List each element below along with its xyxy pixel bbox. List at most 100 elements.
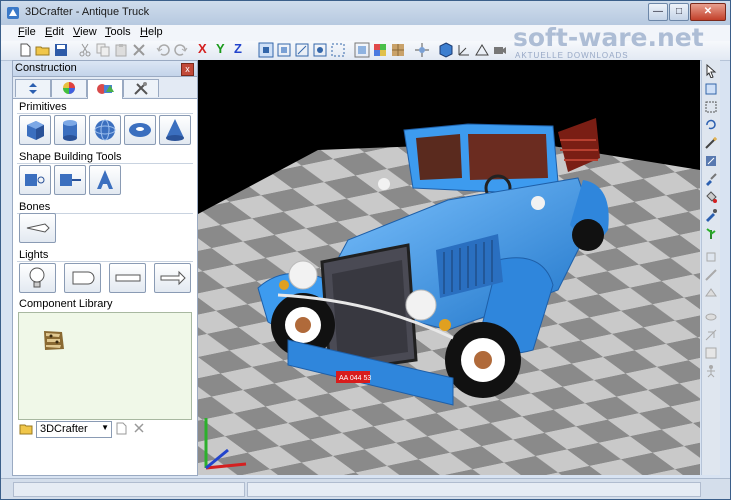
bone-tool-button[interactable]: [19, 213, 56, 243]
save-icon[interactable]: [53, 42, 69, 58]
brush-icon[interactable]: [704, 172, 718, 186]
cylinder-icon: [63, 120, 77, 141]
title-bar[interactable]: 3DCrafter - Antique Truck — □ ✕: [1, 1, 730, 25]
tools-icon: [134, 82, 148, 95]
close-button[interactable]: ✕: [690, 3, 726, 21]
tab-colors[interactable]: [51, 79, 87, 97]
bevel-tool-icon[interactable]: [704, 346, 718, 360]
select-vertex-icon[interactable]: [312, 42, 328, 58]
camera-view-icon[interactable]: [492, 42, 508, 58]
frame-select-icon[interactable]: [330, 42, 346, 58]
vertex-tool-icon[interactable]: [704, 250, 718, 264]
tab-transform[interactable]: [15, 79, 51, 97]
panel-close-button[interactable]: x: [181, 63, 194, 76]
axis-view-icon[interactable]: [456, 42, 472, 58]
section-shape-tools: Shape Building Tools: [13, 151, 197, 164]
scene-settings-icon[interactable]: [414, 42, 430, 58]
panel-title: Construction: [15, 62, 77, 74]
status-cell-message: [13, 482, 245, 497]
bone-icon: [26, 223, 50, 233]
menu-file[interactable]: File: [18, 26, 36, 38]
axis-y-toggle[interactable]: Y: [216, 41, 232, 57]
group-icon[interactable]: [354, 42, 370, 58]
primitive-cube-button[interactable]: [19, 115, 51, 145]
sphere-icon: [94, 119, 116, 141]
axis-z-toggle[interactable]: Z: [234, 41, 250, 57]
library-footer: 3DCrafter ▼: [13, 419, 197, 439]
primitive-cylinder-button[interactable]: [54, 115, 86, 145]
minimize-button[interactable]: —: [648, 3, 668, 21]
cut-icon[interactable]: [77, 42, 93, 58]
section-library: Component Library: [19, 298, 113, 310]
select-edge-icon[interactable]: [294, 42, 310, 58]
pointer-icon[interactable]: [704, 64, 718, 78]
app-icon: [7, 7, 19, 19]
paste-icon[interactable]: [113, 42, 129, 58]
extrude-icon: [60, 174, 81, 186]
shapes-icon: [97, 84, 114, 94]
magic-wand-icon[interactable]: [704, 136, 718, 150]
lathe-icon: [25, 174, 45, 186]
extrude-tool-button[interactable]: [54, 165, 86, 195]
library-item-thumbnail[interactable]: [41, 327, 67, 353]
menu-tools[interactable]: Tools: [105, 26, 131, 38]
chevron-down-icon: ▼: [101, 423, 109, 432]
library-select[interactable]: 3DCrafter ▼: [36, 421, 112, 438]
tab-tools[interactable]: [123, 79, 159, 97]
tab-shapes[interactable]: [87, 79, 123, 99]
select-object-icon[interactable]: [258, 42, 274, 58]
open-folder-icon[interactable]: [35, 42, 51, 58]
section-primitives: Primitives: [13, 101, 197, 114]
directional-light-icon: [160, 270, 186, 286]
copy-icon[interactable]: [95, 42, 111, 58]
delete-library-icon[interactable]: [133, 422, 145, 434]
select-face-icon[interactable]: [276, 42, 292, 58]
cube-view-icon[interactable]: [438, 42, 454, 58]
spot-light-button[interactable]: [64, 263, 101, 293]
marquee-icon[interactable]: [704, 100, 718, 114]
omni-light-button[interactable]: [19, 263, 56, 293]
linear-light-icon: [115, 274, 141, 282]
knife-tool-icon[interactable]: [704, 328, 718, 342]
text-3d-tool-button[interactable]: [89, 165, 121, 195]
torus-icon: [129, 123, 151, 137]
primitive-sphere-button[interactable]: [89, 115, 121, 145]
material-icon[interactable]: [372, 42, 388, 58]
lathe-tool-button[interactable]: [19, 165, 51, 195]
perspective-view-icon[interactable]: [474, 42, 490, 58]
face-tool-icon[interactable]: [704, 286, 718, 300]
scene-render: AA 044 53: [198, 118, 700, 475]
paint-icon[interactable]: [704, 154, 718, 168]
redo-icon[interactable]: [173, 42, 189, 58]
weld-tool-icon[interactable]: [704, 310, 718, 324]
section-lights: Lights: [13, 249, 197, 262]
undo-icon[interactable]: [155, 42, 171, 58]
menu-help[interactable]: Help: [140, 26, 163, 38]
select-box-icon[interactable]: [704, 82, 718, 96]
directional-light-button[interactable]: [154, 263, 191, 293]
primitive-torus-button[interactable]: [124, 115, 156, 145]
folder-icon[interactable]: [19, 422, 33, 435]
eyedropper-icon[interactable]: [704, 208, 718, 222]
texture-icon[interactable]: [390, 42, 406, 58]
component-library[interactable]: [18, 312, 192, 420]
maximize-button[interactable]: □: [669, 3, 689, 21]
status-bar: [1, 478, 730, 499]
status-cell-info: [247, 482, 701, 497]
rotate-icon[interactable]: [704, 118, 718, 132]
fill-icon[interactable]: [704, 190, 718, 204]
panel-tabs: [13, 77, 197, 99]
primitive-cone-button[interactable]: [159, 115, 191, 145]
plant-icon[interactable]: [704, 226, 718, 240]
new-file-icon[interactable]: [17, 42, 33, 58]
new-library-icon[interactable]: [115, 422, 127, 435]
menu-view[interactable]: View: [73, 26, 97, 38]
linear-light-button[interactable]: [109, 263, 146, 293]
axis-x-toggle[interactable]: X: [198, 41, 214, 57]
figure-tool-icon[interactable]: [704, 364, 718, 378]
3d-viewport[interactable]: AA 044 53: [198, 60, 700, 475]
edge-tool-icon[interactable]: [704, 268, 718, 282]
app-window: 3DCrafter - Antique Truck — □ ✕ File Edi…: [0, 0, 731, 500]
delete-icon[interactable]: [131, 42, 147, 58]
menu-edit[interactable]: Edit: [45, 26, 64, 38]
